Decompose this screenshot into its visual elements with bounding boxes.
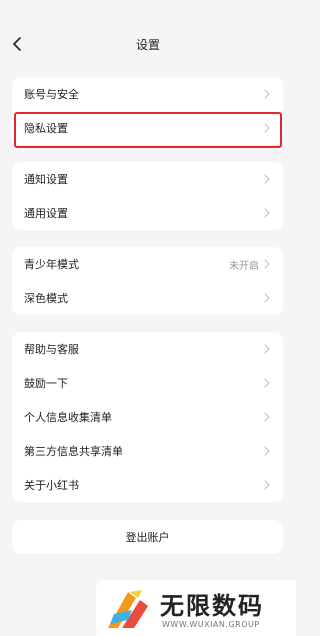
chevron-right-icon (263, 412, 271, 422)
item-label: 账号与安全 (24, 88, 79, 101)
chevron-right-icon (263, 344, 271, 354)
chevron-right-icon (263, 446, 271, 456)
chevron-right-icon (263, 89, 271, 99)
watermark: 无限数码 WWW.WUXIAN.GROUP (96, 580, 296, 636)
settings-group-modes: 青少年模式 未开启 深色模式 (12, 247, 283, 315)
item-label: 青少年模式 (24, 258, 79, 271)
notification-settings-item[interactable]: 通知设置 (12, 162, 283, 196)
item-label: 关于小红书 (24, 479, 79, 492)
item-label: 通用设置 (24, 207, 68, 220)
third-party-sharing-item[interactable]: 第三方信息共享清单 (12, 434, 283, 468)
logout-button[interactable]: 登出账户 (12, 520, 283, 554)
brand-logo-icon (108, 590, 148, 628)
chevron-right-icon (263, 293, 271, 303)
item-label: 个人信息收集清单 (24, 411, 112, 424)
chevron-right-icon (263, 259, 271, 269)
teen-mode-item[interactable]: 青少年模式 未开启 (12, 247, 283, 281)
top-bar: 设置 (0, 0, 296, 66)
item-label: 帮助与客服 (24, 343, 79, 356)
account-security-item[interactable]: 账号与安全 (12, 77, 283, 111)
page-title: 设置 (135, 38, 160, 52)
general-settings-item[interactable]: 通用设置 (12, 196, 283, 230)
help-support-item[interactable]: 帮助与客服 (12, 332, 283, 366)
encourage-item[interactable]: 鼓励一下 (12, 366, 283, 400)
item-label: 深色模式 (24, 292, 68, 305)
watermark-title: 无限数码 (160, 592, 264, 620)
dark-mode-item[interactable]: 深色模式 (12, 281, 283, 315)
settings-group-notifications: 通知设置 通用设置 (12, 162, 283, 230)
chevron-right-icon (263, 480, 271, 490)
item-label: 鼓励一下 (24, 377, 68, 390)
chevron-right-icon (263, 208, 271, 218)
about-item[interactable]: 关于小红书 (12, 468, 283, 502)
watermark-subtitle: WWW.WUXIAN.GROUP (162, 620, 260, 629)
teen-mode-status: 未开启 (229, 260, 259, 272)
item-label: 通知设置 (24, 173, 68, 186)
chevron-right-icon (263, 174, 271, 184)
highlight-box (14, 112, 282, 148)
item-label: 第三方信息共享清单 (24, 445, 123, 458)
settings-group-help: 帮助与客服 鼓励一下 个人信息收集清单 第三方信息共享清单 关于小红书 (12, 332, 283, 502)
chevron-right-icon (263, 378, 271, 388)
personal-info-list-item[interactable]: 个人信息收集清单 (12, 400, 283, 434)
